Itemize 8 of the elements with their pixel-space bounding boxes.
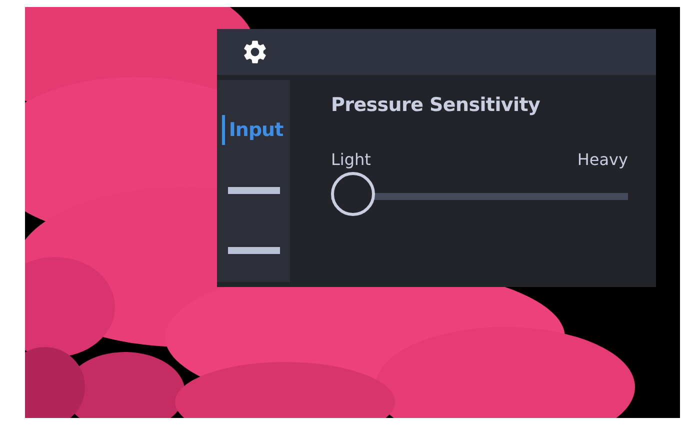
slider-min-label: Light: [331, 150, 371, 169]
section-title: Pressure Sensitivity: [331, 94, 542, 116]
slider-thumb[interactable]: [331, 172, 375, 216]
settings-icon[interactable]: [241, 38, 269, 66]
slider-max-label: Heavy: [577, 150, 628, 169]
sidebar-tab-placeholder[interactable]: [228, 246, 280, 254]
sidebar-tab[interactable]: Input: [222, 115, 284, 145]
sidebar-tab-placeholder[interactable]: [228, 186, 280, 194]
